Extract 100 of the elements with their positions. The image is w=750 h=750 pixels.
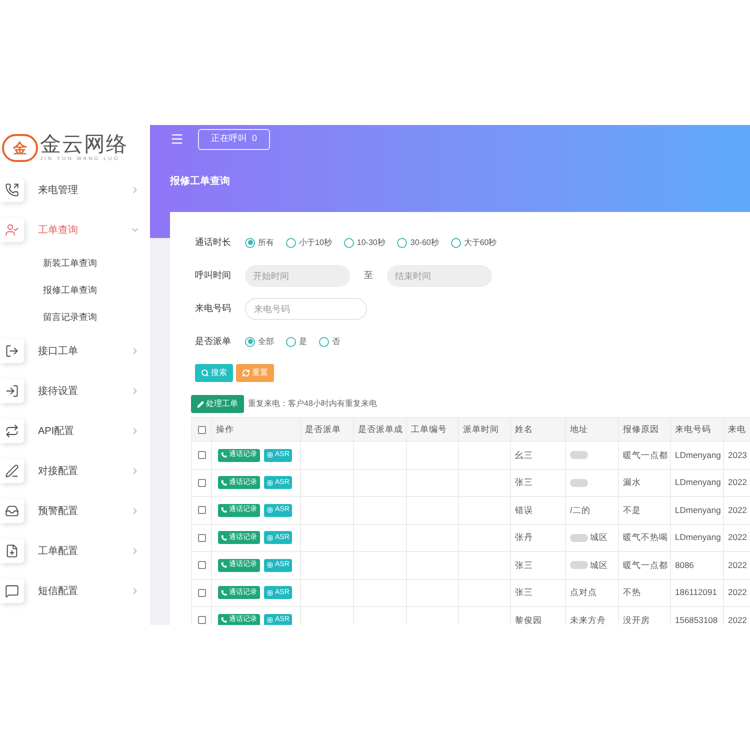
sidebar-item[interactable]: 来电管理 [0,170,150,210]
exit-icon [5,344,19,358]
row-checkbox[interactable] [198,588,206,597]
radio-button[interactable] [245,336,255,346]
column-header: 是否派单成 [358,423,403,436]
radio-button[interactable] [245,238,255,248]
radio-label: 否 [332,336,340,348]
table-cell: 张三 [515,586,533,600]
calling-button[interactable]: 正在呼叫 0 [198,128,270,150]
table-cell: 暖气一点都 [623,448,668,462]
table-cell: 城区 [590,531,608,544]
repeat-call-notice: 重复来电：客户48小时内有重复来电 [248,398,377,410]
table-cell: 张丹 [515,531,533,544]
table-icon [267,534,273,541]
row-checkbox[interactable] [198,478,206,487]
sidebar-item[interactable]: API配置 [0,411,150,451]
end-time-field[interactable]: 结束时间 [387,264,492,286]
sidebar-item[interactable]: 接待设置 [0,371,150,411]
radio-button[interactable] [286,238,296,248]
table-cell: /二的 [570,504,590,517]
phone-icon [221,590,227,596]
row-checkbox[interactable] [198,616,206,624]
column-header: 工单编号 [411,423,447,436]
column-header: 报修原因 [623,423,659,436]
table-cell: 张三 [515,476,533,490]
reset-button[interactable]: 重置 [236,364,274,382]
radio-button[interactable] [344,238,354,248]
table-cell: 2022 [728,614,747,625]
column-header: 是否派单 [305,423,341,436]
table-cell: 没开房 [623,614,650,625]
row-checkbox[interactable] [198,451,206,460]
file-plus-icon [5,544,19,558]
sidebar-item[interactable]: 接口工单 [0,331,150,371]
radio-label: 大于60秒 [464,236,497,248]
table-icon [267,562,273,568]
table-cell: 错误 [515,504,533,517]
phone-icon [5,183,19,197]
sidebar-subitem[interactable]: 报修工单查询 [0,277,150,304]
phone-number-field[interactable]: 来电号码 [245,298,367,320]
phone-icon [221,480,227,486]
row-checkbox[interactable] [198,561,206,570]
table-cell: 未来方舟 [570,614,606,625]
row-checkbox[interactable] [198,534,206,542]
table-cell: LDmenyang [675,504,721,517]
sidebar-item[interactable]: 短信配置 [0,571,150,611]
filter-label: 是否派单 [195,334,232,348]
table-cell: 2022 [728,586,747,600]
table-cell: 156853108 [675,614,718,625]
search-button[interactable]: 搜索 [195,364,233,382]
process-order-button[interactable]: 处理工单 [191,395,244,413]
table-cell: 黎俊园 [515,614,542,625]
radio-button[interactable] [450,238,461,248]
table-cell: LDmenyang [675,448,721,462]
radio-label: 全部 [258,336,274,348]
page-title: 报修工单查询 [170,174,231,189]
radio-label: 所有 [258,236,274,248]
table-cell: 2022 [728,531,747,544]
table-cell: 暖气一点都 [623,558,668,572]
table-cell: 8086 [675,558,694,572]
user-check-icon [5,223,19,237]
menu-icon[interactable] [170,132,184,146]
column-header: 姓名 [515,423,533,436]
row-checkbox[interactable] [198,506,206,514]
sidebar-subitem[interactable]: 留言记录查询 [0,304,150,331]
checkbox[interactable] [198,426,206,434]
radio-button[interactable] [397,238,408,248]
phone-icon [221,507,227,514]
table-cell: 2023 [728,448,747,462]
sidebar-item[interactable]: 工单查询 [0,210,150,250]
table-icon [267,617,273,624]
phone-icon [221,534,227,541]
radio-label: 小于10秒 [299,236,332,248]
sidebar-item[interactable]: 对接配置 [0,451,150,491]
column-header: 操作 [216,423,234,436]
logo-name: 金云网络 [40,134,128,156]
column-header: 来电 [728,423,746,436]
filter-label: 通话时长 [195,236,232,249]
filter-label: 呼叫时间 [195,268,232,282]
table-cell: LDmenyang [675,531,721,544]
radio-label: 30-60秒 [410,236,439,248]
table-cell: 城区 [590,558,608,572]
radio-button[interactable] [286,336,296,346]
table-cell: 186112091 [675,586,717,600]
column-header: 来电号码 [675,423,711,436]
column-header: 地址 [570,423,588,436]
sidebar-item[interactable]: 工单配置 [0,531,150,571]
repeat-icon [5,424,19,438]
table-icon [267,480,273,486]
table-icon [267,507,273,514]
blurred-text [570,478,588,487]
sidebar-subitem[interactable]: 新装工单查询 [0,250,150,277]
phone-icon [221,452,227,458]
radio-button[interactable] [319,336,329,346]
start-time-field[interactable]: 开始时间 [245,264,350,286]
table-cell: 张三 [515,558,533,572]
sidebar-item[interactable]: 预警配置 [0,491,150,531]
radio-label: 10-30秒 [356,236,386,248]
phone-icon [221,617,227,624]
message-icon [5,584,19,598]
table-cell: 不是 [623,504,641,517]
